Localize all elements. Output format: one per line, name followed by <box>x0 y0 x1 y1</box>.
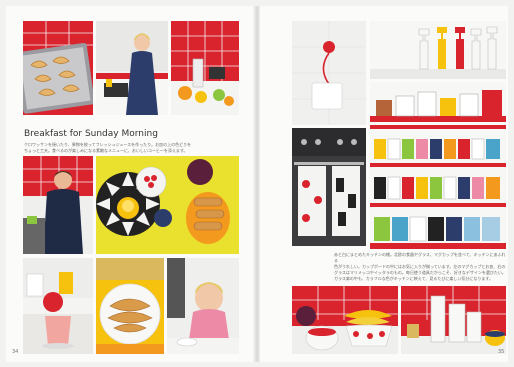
caption-line: ちょっと工夫。食べるのが楽しみになる素敵なメニューに、おいしいコーヒーを添えます… <box>24 148 188 153</box>
white-canisters-photo <box>401 286 506 354</box>
right-caption: 赤と白にまとめたキッチンの棚。北欧の食器やグラス、マグカップを並べて、キッチンに… <box>334 252 508 282</box>
bananas-bowl-photo <box>292 286 398 354</box>
page-number: 35 <box>498 349 505 355</box>
book-spread: Breakfast for Sunday Morning クロワッサンを焼いたり… <box>0 0 514 367</box>
candlesticks-shelf-photo <box>370 21 506 79</box>
croissant-tray-photo <box>23 21 93 115</box>
caption-line: 赤と白にまとめたキッチンの棚。北欧の食器やグラス、マグカップを並べて、キッチンに… <box>334 252 506 263</box>
right-page: 赤と白にまとめたキッチンの棚。北欧の食器やグラス、マグカップを並べて、キッチンに… <box>260 6 508 362</box>
breakfast-table-photo <box>96 156 239 254</box>
mug-shelves-photo <box>370 125 506 249</box>
oven-tea-towels-photo <box>292 128 366 246</box>
orange-juice-photo <box>171 21 239 115</box>
section-heading: Breakfast for Sunday Morning <box>24 129 158 139</box>
child-at-table-photo <box>167 258 239 354</box>
page-number: 34 <box>12 349 19 355</box>
caption-line: ガラス扉の中も、カラフルな色がキッチンに映えて、見るたびに楽しい気分になります。 <box>334 276 493 281</box>
wall-clock-photo <box>292 21 366 125</box>
jars-shelf-photo <box>370 82 506 122</box>
man-in-kitchen-photo <box>23 156 93 254</box>
woman-in-kitchen-photo <box>96 21 168 115</box>
left-page: Breakfast for Sunday Morning クロワッサンを焼いたり… <box>6 6 254 362</box>
croissant-plate-photo <box>96 258 164 354</box>
coffee-cup-photo <box>23 258 93 354</box>
left-caption: クロワッサンを焼いたり、果物を絞ってフレッシュジュースを作ったり。お皿の上の色ど… <box>24 142 191 154</box>
